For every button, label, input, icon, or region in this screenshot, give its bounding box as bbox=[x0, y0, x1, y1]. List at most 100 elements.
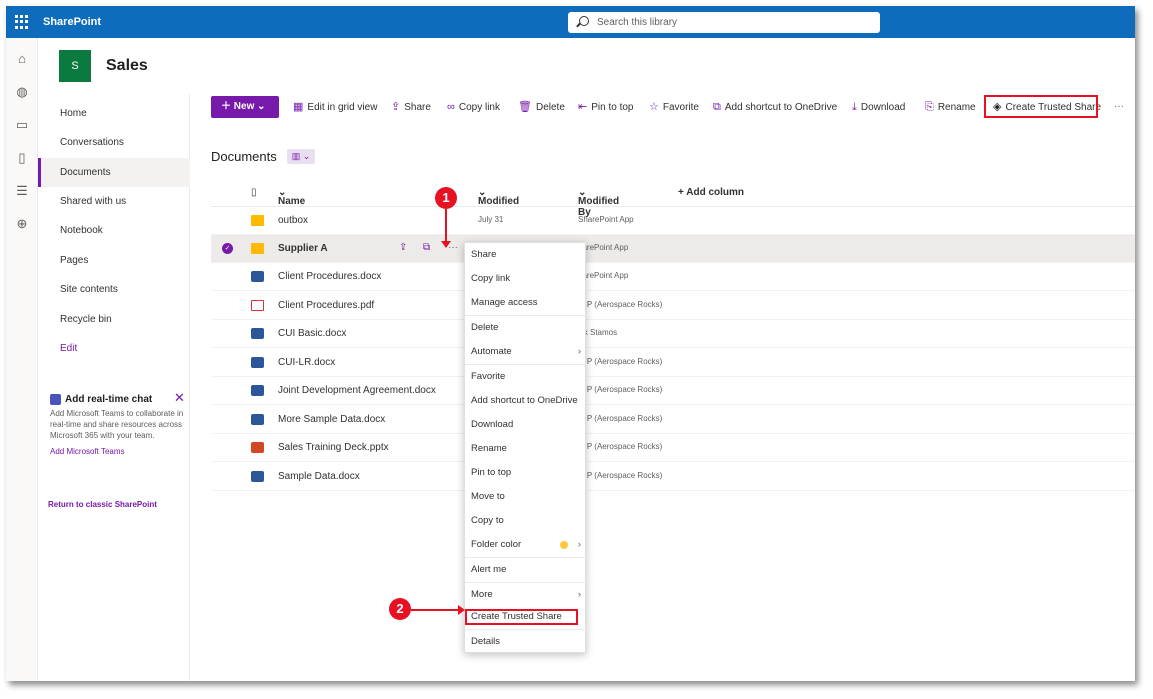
suite-bar: SharePoint Search this library bbox=[6, 6, 1135, 38]
file-name[interactable]: Sample Data.docx bbox=[278, 471, 360, 482]
menu-item-delete[interactable]: Delete bbox=[465, 316, 587, 340]
nav-item-home[interactable]: Home bbox=[38, 99, 190, 128]
nav-item-documents[interactable]: Documents bbox=[38, 158, 190, 187]
search-box[interactable]: Search this library bbox=[568, 12, 880, 33]
search-icon bbox=[579, 16, 589, 26]
table-row[interactable]: More Sample Data.docx m P (Aerospace Roc… bbox=[211, 406, 1135, 434]
table-row[interactable]: Client Procedures.docx harePoint App bbox=[211, 263, 1135, 291]
menu-item-details[interactable]: Details bbox=[465, 630, 587, 654]
table-row[interactable]: Client Procedures.pdf m P (Aerospace Roc… bbox=[211, 292, 1135, 320]
add-shortcut-button[interactable]: ⧉ Add shortcut to OneDrive bbox=[713, 96, 837, 118]
pin-button[interactable]: ⇤ Pin to top bbox=[578, 96, 633, 118]
copy-link-button[interactable]: ∞ Copy link bbox=[447, 96, 500, 118]
site-header: S Sales bbox=[38, 38, 1135, 94]
column-name[interactable]: Name ⌄ bbox=[278, 187, 305, 207]
app-launcher-icon[interactable] bbox=[15, 15, 29, 29]
site-title[interactable]: Sales bbox=[106, 57, 148, 75]
lists-icon[interactable]: ☰ bbox=[15, 184, 29, 198]
table-row[interactable]: Joint Development Agreement.docx m P (Ae… bbox=[211, 377, 1135, 405]
table-row[interactable]: CUI Basic.docx ick Stamos bbox=[211, 320, 1135, 348]
new-button[interactable]: ＋ New ⌄ bbox=[211, 96, 279, 118]
chevron-right-icon: › bbox=[577, 346, 581, 357]
return-classic-link[interactable]: Return to classic SharePoint bbox=[48, 500, 157, 509]
nav-item-pages[interactable]: Pages bbox=[38, 246, 190, 275]
file-name[interactable]: More Sample Data.docx bbox=[278, 414, 385, 425]
menu-item-manage-access[interactable]: Manage access bbox=[465, 291, 587, 315]
chat-promo: Add real-time chat ✕ Add Microsoft Teams… bbox=[50, 390, 188, 456]
star-icon: ☆ bbox=[649, 101, 659, 113]
file-name[interactable]: Sales Training Deck.pptx bbox=[278, 442, 389, 453]
share-button[interactable]: ⇪ Share bbox=[391, 96, 431, 118]
search-placeholder: Search this library bbox=[597, 17, 678, 28]
news-icon[interactable]: ▭ bbox=[15, 118, 29, 132]
close-icon[interactable]: ✕ bbox=[174, 390, 185, 406]
shortcut-icon[interactable]: ⧉ bbox=[423, 242, 430, 253]
file-name[interactable]: Client Procedures.pdf bbox=[278, 300, 374, 311]
create-icon[interactable]: ⊕ bbox=[15, 217, 29, 231]
nav-item-shared-with-us[interactable]: Shared with us bbox=[38, 187, 190, 216]
file-name[interactable]: CUI Basic.docx bbox=[278, 328, 346, 339]
app-rail: ⌂ ◍ ▭ ▯ ☰ ⊕ bbox=[6, 38, 38, 681]
grid-icon: ▦ bbox=[293, 101, 304, 113]
file-name[interactable]: Client Procedures.docx bbox=[278, 271, 381, 282]
add-teams-link[interactable]: Add Microsoft Teams bbox=[50, 447, 188, 456]
word-icon bbox=[251, 328, 264, 339]
home-icon[interactable]: ⌂ bbox=[15, 52, 29, 66]
modified-by: m P (Aerospace Rocks) bbox=[578, 385, 663, 394]
menu-item-alert-me[interactable]: Alert me bbox=[465, 558, 587, 582]
chevron-right-icon: › bbox=[577, 539, 581, 550]
file-type-icon[interactable]: ▯ bbox=[251, 187, 257, 198]
step-2-arrowhead bbox=[458, 605, 465, 615]
add-column-button[interactable]: + Add column bbox=[678, 187, 744, 198]
column-modified-by[interactable]: Modified By ⌄ bbox=[578, 187, 619, 218]
file-name[interactable]: CUI-LR.docx bbox=[278, 357, 335, 368]
site-logo[interactable]: S bbox=[59, 50, 91, 82]
selected-check-icon[interactable]: ✓ bbox=[222, 243, 233, 254]
menu-item-share[interactable]: Share bbox=[465, 243, 587, 267]
menu-item-move-to[interactable]: Move to bbox=[465, 485, 587, 509]
nav-item-site-contents[interactable]: Site contents bbox=[38, 275, 190, 304]
nav-item-notebook[interactable]: Notebook bbox=[38, 216, 190, 245]
nav-edit-link[interactable]: Edit bbox=[38, 334, 190, 363]
table-row[interactable]: CUI-LR.docx m P (Aerospace Rocks) bbox=[211, 349, 1135, 377]
teams-icon bbox=[50, 394, 61, 405]
column-modified[interactable]: Modified ⌄ bbox=[478, 187, 519, 207]
nav-item-conversations[interactable]: Conversations bbox=[38, 128, 190, 157]
menu-item-copy-to[interactable]: Copy to bbox=[465, 509, 587, 533]
menu-item-download[interactable]: Download bbox=[465, 413, 587, 437]
table-row[interactable]: Sales Training Deck.pptx m P (Aerospace … bbox=[211, 434, 1135, 462]
step-2-badge: 2 bbox=[389, 598, 411, 620]
nav-item-recycle-bin[interactable]: Recycle bin bbox=[38, 305, 190, 334]
step-1-badge: 1 bbox=[435, 187, 457, 209]
share-icon[interactable]: ⇪ bbox=[399, 242, 407, 253]
menu-item-pin-to-top[interactable]: Pin to top bbox=[465, 461, 587, 485]
step-1-arrowhead bbox=[441, 241, 451, 248]
menu-item-copy-link[interactable]: Copy link bbox=[465, 267, 587, 291]
file-name[interactable]: Joint Development Agreement.docx bbox=[278, 385, 436, 396]
sharepoint-window: SharePoint Search this library ⌂ ◍ ▭ ▯ ☰… bbox=[6, 6, 1135, 681]
table-row[interactable]: outbox July 31 SharePoint App bbox=[211, 207, 1135, 235]
file-name[interactable]: Supplier A bbox=[278, 243, 328, 254]
globe-icon[interactable]: ◍ bbox=[15, 85, 29, 99]
modified-by: m P (Aerospace Rocks) bbox=[578, 300, 663, 309]
favorite-button[interactable]: ☆ Favorite bbox=[649, 96, 699, 118]
table-row[interactable]: Sample Data.docx m P (Aerospace Rocks) bbox=[211, 463, 1135, 491]
menu-item-automate[interactable]: Automate › bbox=[465, 340, 587, 364]
file-name[interactable]: outbox bbox=[278, 215, 308, 226]
more-commands-button[interactable]: ··· bbox=[1114, 96, 1124, 118]
menu-item-folder-color[interactable]: Folder color › bbox=[465, 533, 587, 557]
files-icon[interactable]: ▯ bbox=[15, 151, 29, 165]
app-name[interactable]: SharePoint bbox=[43, 16, 101, 28]
menu-item-more[interactable]: More › bbox=[465, 583, 587, 607]
trash-icon: 🗑 bbox=[518, 101, 532, 113]
download-button[interactable]: ⤓ Download bbox=[852, 96, 905, 118]
word-icon bbox=[251, 414, 264, 425]
delete-button[interactable]: 🗑 Delete bbox=[518, 96, 565, 118]
view-switcher-icon[interactable]: ▥ ⌄ bbox=[287, 149, 315, 164]
menu-item-add-shortcut[interactable]: Add shortcut to OneDrive bbox=[465, 389, 587, 413]
edit-grid-button[interactable]: ▦ Edit in grid view bbox=[293, 96, 377, 118]
rename-button[interactable]: ⎘ Rename bbox=[925, 96, 976, 118]
menu-item-favorite[interactable]: Favorite bbox=[465, 365, 587, 389]
menu-item-rename[interactable]: Rename bbox=[465, 437, 587, 461]
table-row[interactable]: ✓ Supplier A ⇪ ⧉ ··· harePoint App bbox=[211, 235, 1135, 263]
